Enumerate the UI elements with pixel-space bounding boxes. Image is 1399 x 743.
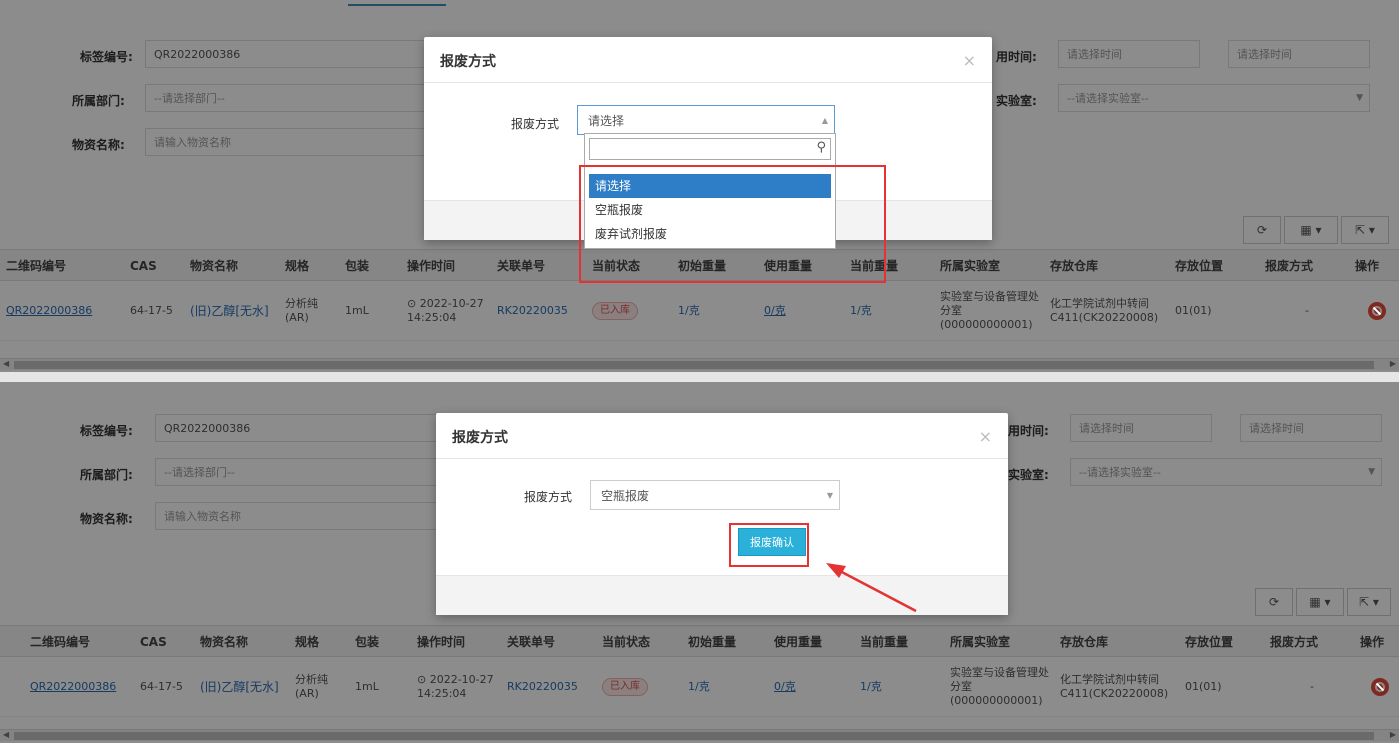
dropdown-search-input[interactable]: ⚲ xyxy=(589,138,831,160)
select-value: 请选择 xyxy=(588,113,625,128)
modal-title: 报废方式 xyxy=(440,54,496,70)
scrap-method-label: 报废方式 xyxy=(511,117,560,131)
modal-header: 报废方式 × xyxy=(424,37,992,83)
annotation-arrow xyxy=(826,563,917,613)
panel-separator xyxy=(0,372,1399,382)
chevron-up-icon: ▲ xyxy=(821,116,828,125)
search-icon: ⚲ xyxy=(816,140,826,155)
screenshot-panel-dropdown-open: 标签编号: QR2022000386 所属部门: --请选择部门-- 物资名称:… xyxy=(0,0,1399,372)
close-icon[interactable]: × xyxy=(963,51,976,70)
screenshot-panel-option-selected: 标签编号: QR2022000386 所属部门: --请选择部门-- 物资名称:… xyxy=(0,382,1399,743)
highlight-box xyxy=(579,165,886,283)
scrap-method-select[interactable]: 请选择 ▲ xyxy=(577,105,835,135)
